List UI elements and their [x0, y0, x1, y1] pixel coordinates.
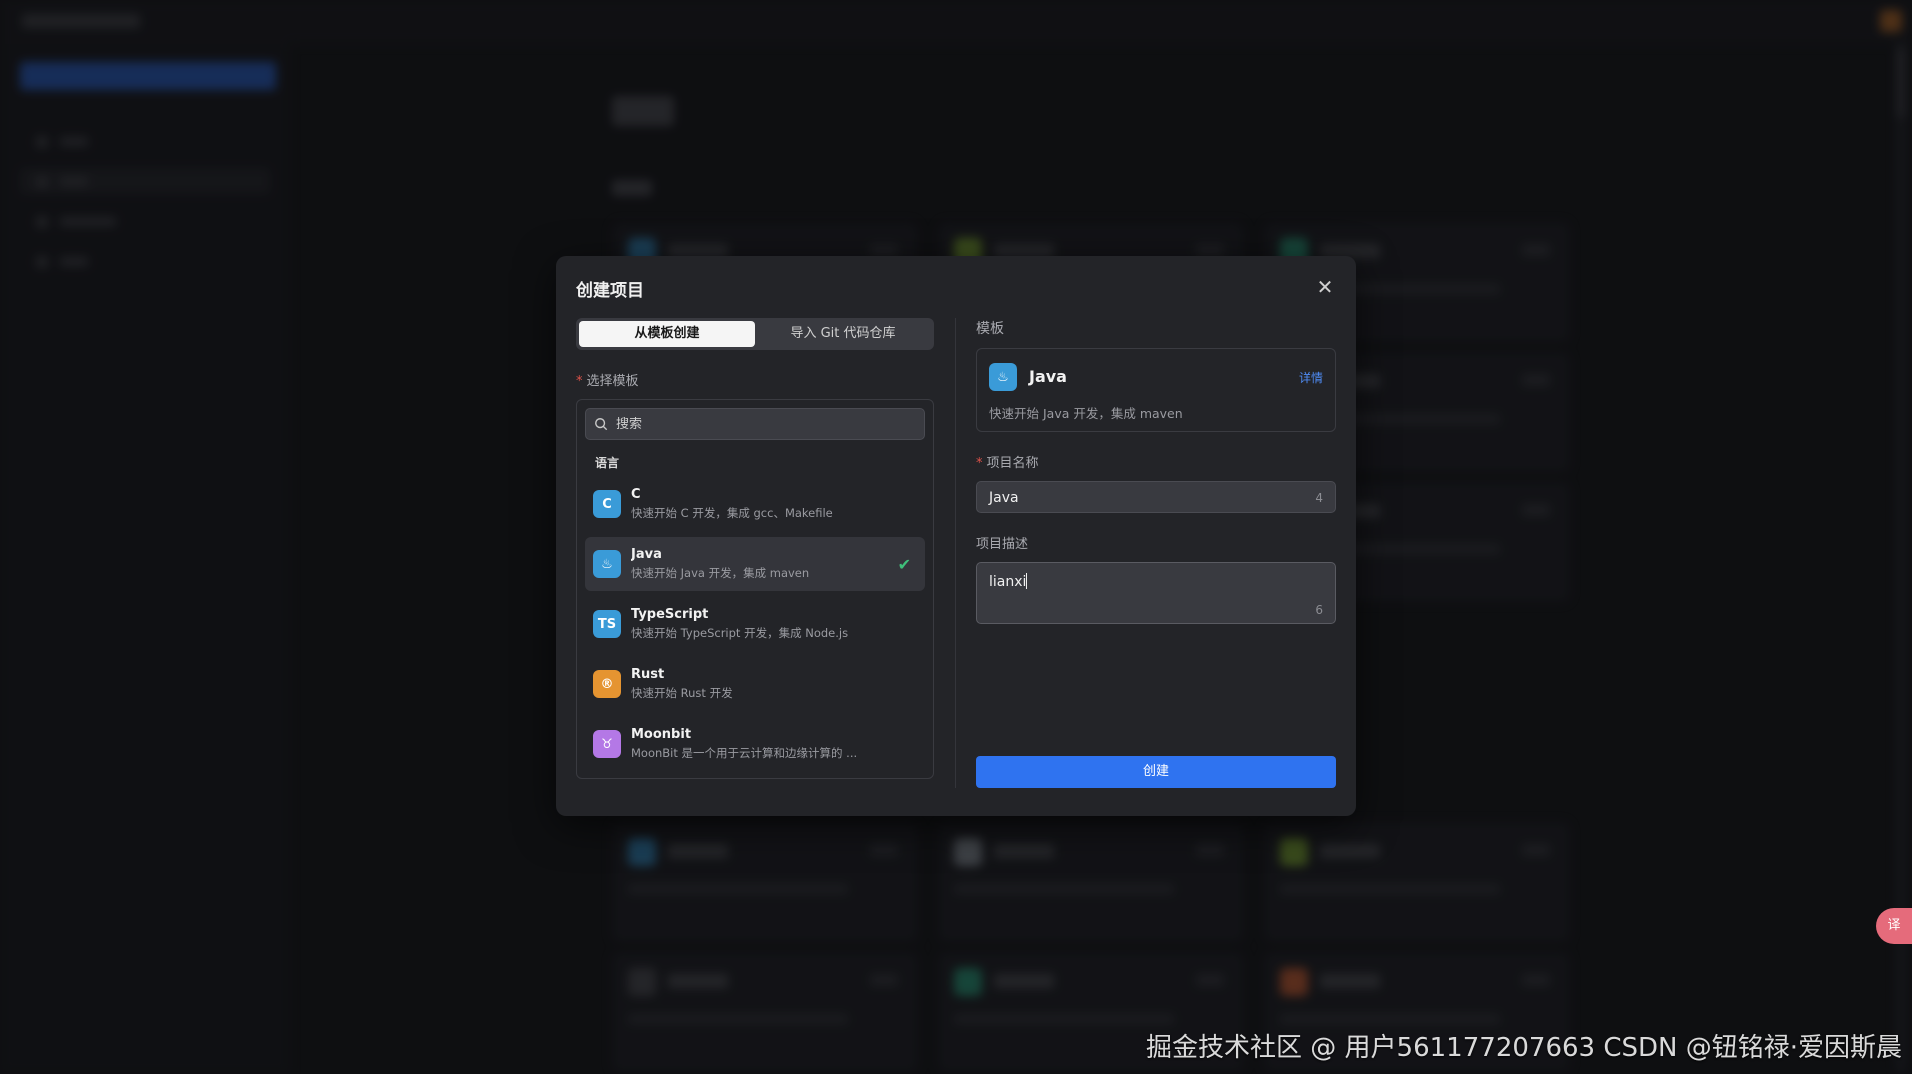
project-desc-value: lianxi [989, 573, 1028, 590]
template-name: Java [631, 547, 662, 562]
select-template-label: * 选择模板 [576, 374, 639, 389]
text-caret [1026, 573, 1028, 589]
project-name-value: Java [989, 490, 1019, 506]
project-name-label: * 项目名称 [976, 456, 1039, 471]
rust-logo-icon: ® [593, 670, 621, 698]
template-item-c[interactable]: C C 快速开始 C 开发，集成 gcc、Makefile [585, 477, 925, 531]
template-item-rust[interactable]: ® Rust 快速开始 Rust 开发 [585, 657, 925, 711]
c-logo-icon: C [593, 490, 621, 518]
template-desc: 快速开始 Rust 开发 [631, 686, 733, 700]
search-icon [595, 418, 608, 431]
template-desc: 快速开始 Java 开发，集成 maven [631, 566, 810, 580]
java-logo-icon: ♨ [989, 363, 1017, 391]
translate-float-button[interactable]: 译 [1876, 908, 1912, 944]
java-logo-icon: ♨ [593, 550, 621, 578]
template-section-title: 模板 [976, 321, 1004, 337]
template-item-moonbit[interactable]: ♉ Moonbit MoonBit 是一个用于云计算和边缘计算的 ... [585, 717, 925, 771]
project-form-panel: 模板 ♨ Java 详情 快速开始 Java 开发，集成 maven * 项目名称… [976, 318, 1336, 788]
selected-template-desc: 快速开始 Java 开发，集成 maven [989, 406, 1183, 421]
create-project-dialog: 创建项目 ✕ 从模板创建 导入 Git 代码仓库 *选择模板 语言 C C 快速… [556, 256, 1356, 816]
dialog-title: 创建项目 [576, 281, 644, 301]
template-name: Rust [631, 667, 665, 682]
column-divider [955, 318, 956, 788]
creation-mode-switch: 从模板创建 导入 Git 代码仓库 [576, 318, 934, 350]
template-name: C [631, 487, 641, 502]
project-desc-textarea[interactable]: lianxi 6 [976, 562, 1336, 624]
project-desc-char-count: 6 [1315, 603, 1323, 617]
check-icon: ✔ [897, 555, 911, 574]
template-selection-panel: 从模板创建 导入 Git 代码仓库 *选择模板 语言 C C 快速开始 C 开发… [576, 318, 934, 788]
typescript-logo-icon: TS [593, 610, 621, 638]
project-name-input[interactable]: Java 4 [976, 481, 1336, 513]
moonbit-logo-icon: ♉ [593, 730, 621, 758]
search-input[interactable] [616, 416, 906, 432]
template-desc: 快速开始 TypeScript 开发，集成 Node.js [631, 626, 849, 640]
watermark: 掘金技术社区 @ 用户561177207663 CSDN @钮铭禄·爱因斯晨 [1146, 1033, 1902, 1063]
project-name-char-count: 4 [1315, 491, 1323, 505]
close-icon[interactable]: ✕ [1316, 277, 1334, 297]
template-list: 语言 C C 快速开始 C 开发，集成 gcc、Makefile ♨ Java … [576, 399, 934, 779]
required-mark: * [576, 374, 583, 389]
template-desc: MoonBit 是一个用于云计算和边缘计算的 ... [631, 746, 858, 760]
tab-from-template[interactable]: 从模板创建 [579, 321, 755, 347]
tab-import-git[interactable]: 导入 Git 代码仓库 [755, 321, 931, 347]
required-mark: * [976, 456, 983, 471]
template-item-typescript[interactable]: TS TypeScript 快速开始 TypeScript 开发，集成 Node… [585, 597, 925, 651]
template-desc: 快速开始 C 开发，集成 gcc、Makefile [631, 506, 833, 520]
template-item-java[interactable]: ♨ Java 快速开始 Java 开发，集成 maven ✔ [585, 537, 925, 591]
template-name: Moonbit [631, 727, 692, 742]
project-desc-label: 项目描述 [976, 537, 1029, 552]
selected-template-card: ♨ Java 详情 快速开始 Java 开发，集成 maven [976, 348, 1336, 432]
template-search [585, 408, 925, 440]
selected-template-name: Java [1029, 367, 1067, 386]
create-button[interactable]: 创建 [976, 756, 1336, 788]
template-details-link[interactable]: 详情 [1299, 369, 1323, 386]
group-label-language: 语言 [595, 456, 620, 470]
template-name: TypeScript [631, 607, 709, 622]
